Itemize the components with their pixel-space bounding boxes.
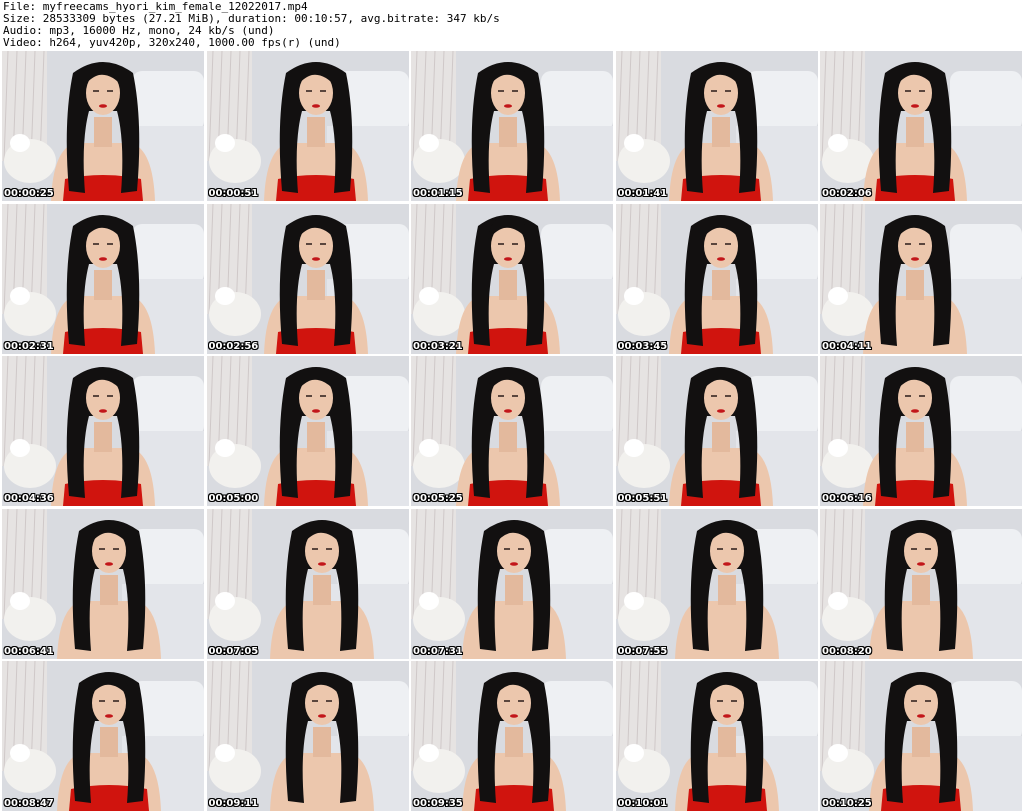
- thumbnail-timestamp: 00:01:41: [617, 188, 668, 199]
- thumbnail-timestamp: 00:02:56: [208, 340, 259, 352]
- thumbnail-frame-image: [206, 508, 409, 659]
- video-thumbnail: 00:07:05: [206, 508, 409, 659]
- thumbnail-timestamp: 00:07:55: [617, 645, 668, 657]
- video-thumbnail: 00:08:47: [2, 661, 204, 811]
- thumbnail-timestamp: 00:09:35: [413, 798, 463, 809]
- video-thumbnail: 00:03:21: [411, 203, 613, 354]
- thumbnail-frame-image: [411, 356, 613, 506]
- video-thumbnail: 00:05:51: [615, 356, 818, 506]
- video-thumbnail: 00:00:25: [2, 51, 204, 201]
- thumbnail-timestamp: 00:07:31: [413, 645, 463, 657]
- thumbnail-timestamp: 00:10:01: [617, 798, 668, 809]
- thumbnail-frame-image: [820, 508, 1022, 659]
- thumbnail-frame-image: [411, 661, 613, 811]
- thumbnail-frame-image: [2, 203, 204, 354]
- thumbnail-timestamp: 00:00:25: [4, 188, 54, 199]
- video-thumbnail: 00:07:55: [615, 508, 818, 659]
- thumbnail-frame-image: [615, 661, 818, 811]
- video-thumbnail: 00:01:41: [615, 51, 818, 201]
- thumbnail-grid: 00:00:25 00:00:51 00:01:15 00:01:41 00:02:06…: [2, 51, 1022, 811]
- video-thumbnail: 00:01:15: [411, 51, 613, 201]
- file-info-header: File: myfreecams_hyori_kim_female_120220…: [3, 1, 1021, 49]
- video-thumbnail: 00:04:36: [2, 356, 204, 506]
- thumbnail-frame-image: [411, 508, 613, 659]
- thumbnail-frame-image: [206, 51, 409, 201]
- thumbnail-timestamp: 00:05:00: [208, 493, 259, 504]
- video-info-line: Video: h264, yuv420p, 320x240, 1000.00 f…: [3, 36, 341, 49]
- video-thumbnail: 00:00:51: [206, 51, 409, 201]
- thumbnail-timestamp: 00:05:51: [617, 493, 668, 504]
- video-thumbnail: 00:10:01: [615, 661, 818, 811]
- thumbnail-timestamp: 00:06:16: [822, 493, 872, 504]
- thumbnail-frame-image: [2, 51, 204, 201]
- thumbnail-frame-image: [615, 51, 818, 201]
- thumbnail-timestamp: 00:00:51: [208, 188, 259, 199]
- video-thumbnail: 00:03:45: [615, 203, 818, 354]
- thumbnail-timestamp: 00:09:11: [208, 798, 259, 809]
- thumbnail-frame-image: [2, 356, 204, 506]
- thumbnail-timestamp: 00:07:05: [208, 645, 259, 657]
- thumbnail-frame-image: [615, 203, 818, 354]
- thumbnail-frame-image: [411, 51, 613, 201]
- thumbnail-frame-image: [820, 356, 1022, 506]
- thumbnail-frame-image: [2, 508, 204, 659]
- video-thumbnail: 00:06:41: [2, 508, 204, 659]
- video-thumbnail: 00:04:11: [820, 203, 1022, 354]
- video-thumbnail: 00:07:31: [411, 508, 613, 659]
- thumbnail-frame-image: [206, 203, 409, 354]
- thumbnail-frame-image: [206, 356, 409, 506]
- video-thumbnail: 00:09:35: [411, 661, 613, 811]
- thumbnail-timestamp: 00:04:36: [4, 493, 54, 504]
- thumbnail-timestamp: 00:10:25: [822, 798, 872, 809]
- thumbnail-timestamp: 00:06:41: [4, 645, 54, 657]
- thumbnail-timestamp: 00:05:25: [413, 493, 463, 504]
- thumbnail-timestamp: 00:03:45: [617, 340, 668, 352]
- video-thumbnail: 00:05:00: [206, 356, 409, 506]
- thumbnail-timestamp: 00:01:15: [413, 188, 463, 199]
- thumbnail-timestamp: 00:02:06: [822, 188, 872, 199]
- video-thumbnail: 00:05:25: [411, 356, 613, 506]
- thumbnail-frame-image: [820, 203, 1022, 354]
- video-thumbnail: 00:02:31: [2, 203, 204, 354]
- thumbnail-frame-image: [206, 661, 409, 811]
- video-thumbnail: 00:08:20: [820, 508, 1022, 659]
- video-thumbnail: 00:09:11: [206, 661, 409, 811]
- video-thumbnail: 00:02:56: [206, 203, 409, 354]
- thumbnail-timestamp: 00:08:47: [4, 798, 54, 809]
- thumbnail-frame-image: [820, 661, 1022, 811]
- thumbnail-frame-image: [2, 661, 204, 811]
- thumbnail-frame-image: [820, 51, 1022, 201]
- video-thumbnail: 00:02:06: [820, 51, 1022, 201]
- thumbnail-frame-image: [615, 356, 818, 506]
- thumbnail-timestamp: 00:04:11: [822, 340, 872, 352]
- thumbnail-timestamp: 00:02:31: [4, 340, 54, 352]
- thumbnail-timestamp: 00:08:20: [822, 645, 872, 657]
- thumbnail-timestamp: 00:03:21: [413, 340, 463, 352]
- video-thumbnail: 00:06:16: [820, 356, 1022, 506]
- video-thumbnail: 00:10:25: [820, 661, 1022, 811]
- thumbnail-frame-image: [615, 508, 818, 659]
- thumbnail-frame-image: [411, 203, 613, 354]
